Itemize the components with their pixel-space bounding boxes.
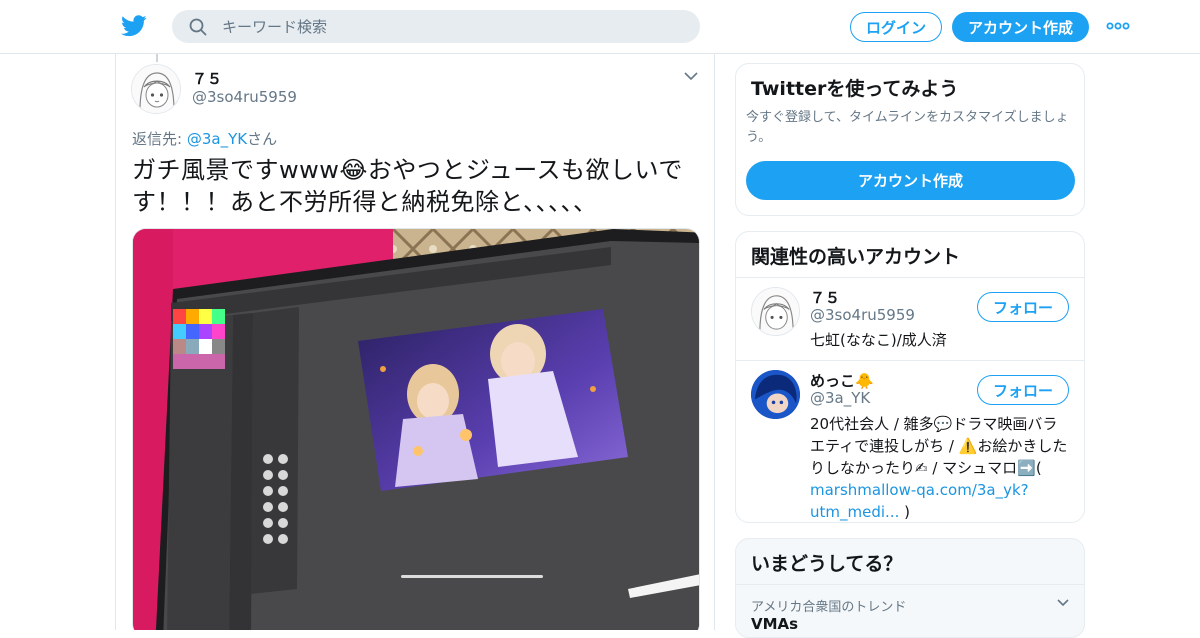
signup-card-description: 今すぐ登録して、タイムラインをカスタマイズしましょう。 <box>746 110 1069 145</box>
related-accounts-card: 関連性の高いアカウント ７５ @3so4ru5959 七虹(ななこ)/成人済 フ… <box>735 231 1085 523</box>
tweet-photo[interactable] <box>132 228 700 630</box>
thread-connector-line <box>156 54 158 62</box>
account-handle[interactable]: @3so4ru5959 <box>810 306 915 324</box>
account-bio: 20代社会人 / 雑多💬ドラマ映画バラエティで連投しがち / ⚠️お絵かきしたり… <box>810 413 1072 522</box>
follow-button[interactable]: フォロー <box>977 292 1069 322</box>
trend-item[interactable]: VMAs <box>751 615 798 633</box>
account-name[interactable]: ７５ <box>810 287 840 308</box>
avatar[interactable] <box>131 64 181 114</box>
login-button[interactable]: ログイン <box>850 12 942 42</box>
search-input[interactable] <box>222 10 682 43</box>
related-accounts-title: 関連性の高いアカウント <box>751 246 961 268</box>
twitter-bird-icon[interactable] <box>121 14 147 38</box>
top-navigation-bar: ログイン アカウント作成 <box>0 0 1200 54</box>
reply-suffix: さん <box>247 130 278 148</box>
trends-title: いまどうしてる？ <box>751 553 903 575</box>
chevron-down-icon[interactable] <box>683 70 699 82</box>
account-bio: 七虹(ななこ)/成人済 <box>810 331 947 349</box>
signup-card-title: Twitterを使ってみよう <box>751 78 959 100</box>
account-bio-text: 20代社会人 / 雑多💬ドラマ映画バラエティで連投しがち / ⚠️お絵かきしたり… <box>810 415 1068 477</box>
divider <box>736 277 1084 278</box>
reply-prefix: 返信先: <box>132 130 187 148</box>
avatar-drawing-icon <box>752 288 799 335</box>
account-bio-link[interactable]: marshmallow-qa.com/3a_yk?utm_medi... <box>810 481 1029 521</box>
reply-mention-link[interactable]: @3a_YK <box>187 130 247 148</box>
tweet-text: ガチ風景ですwww😂おやつとジュースも欲しいです！！！あと不労所得と納税免除と、… <box>132 156 683 216</box>
tweet-author-name[interactable]: ７５ <box>192 68 222 89</box>
color-palette <box>173 309 225 369</box>
chevron-down-icon[interactable] <box>1056 598 1070 608</box>
account-handle[interactable]: @3a_YK <box>810 389 870 407</box>
trend-context: アメリカ合衆国のトレンド <box>751 600 907 615</box>
signup-card: Twitterを使ってみよう 今すぐ登録して、タイムラインをカスタマイズしましょ… <box>735 63 1085 216</box>
more-icon[interactable] <box>1106 18 1130 34</box>
tweet-author-handle[interactable]: @3so4ru5959 <box>192 88 297 106</box>
divider <box>736 584 1084 585</box>
trends-card: いまどうしてる？ アメリカ合衆国のトレンド VMAs <box>735 538 1085 638</box>
tablet-drawing-photo <box>133 229 699 630</box>
signup-card-button[interactable]: アカウント作成 <box>746 161 1075 200</box>
search-bar[interactable] <box>172 10 700 43</box>
divider <box>736 360 1084 361</box>
avatar-drawing-icon <box>132 65 180 113</box>
account-name[interactable]: めっこ🐥 <box>810 370 874 391</box>
search-icon <box>189 18 207 36</box>
avatar[interactable] <box>751 370 800 419</box>
signup-button[interactable]: アカウント作成 <box>952 12 1089 42</box>
reply-context: 返信先: @3a_YKさん <box>132 128 277 149</box>
follow-button[interactable]: フォロー <box>977 375 1069 405</box>
avatar-anime-icon <box>751 370 800 419</box>
account-bio-end: ) <box>899 503 910 521</box>
tweet-detail: ７５ @3so4ru5959 返信先: @3a_YKさん ガチ風景ですwww😂お… <box>115 54 715 630</box>
avatar[interactable] <box>751 287 800 336</box>
